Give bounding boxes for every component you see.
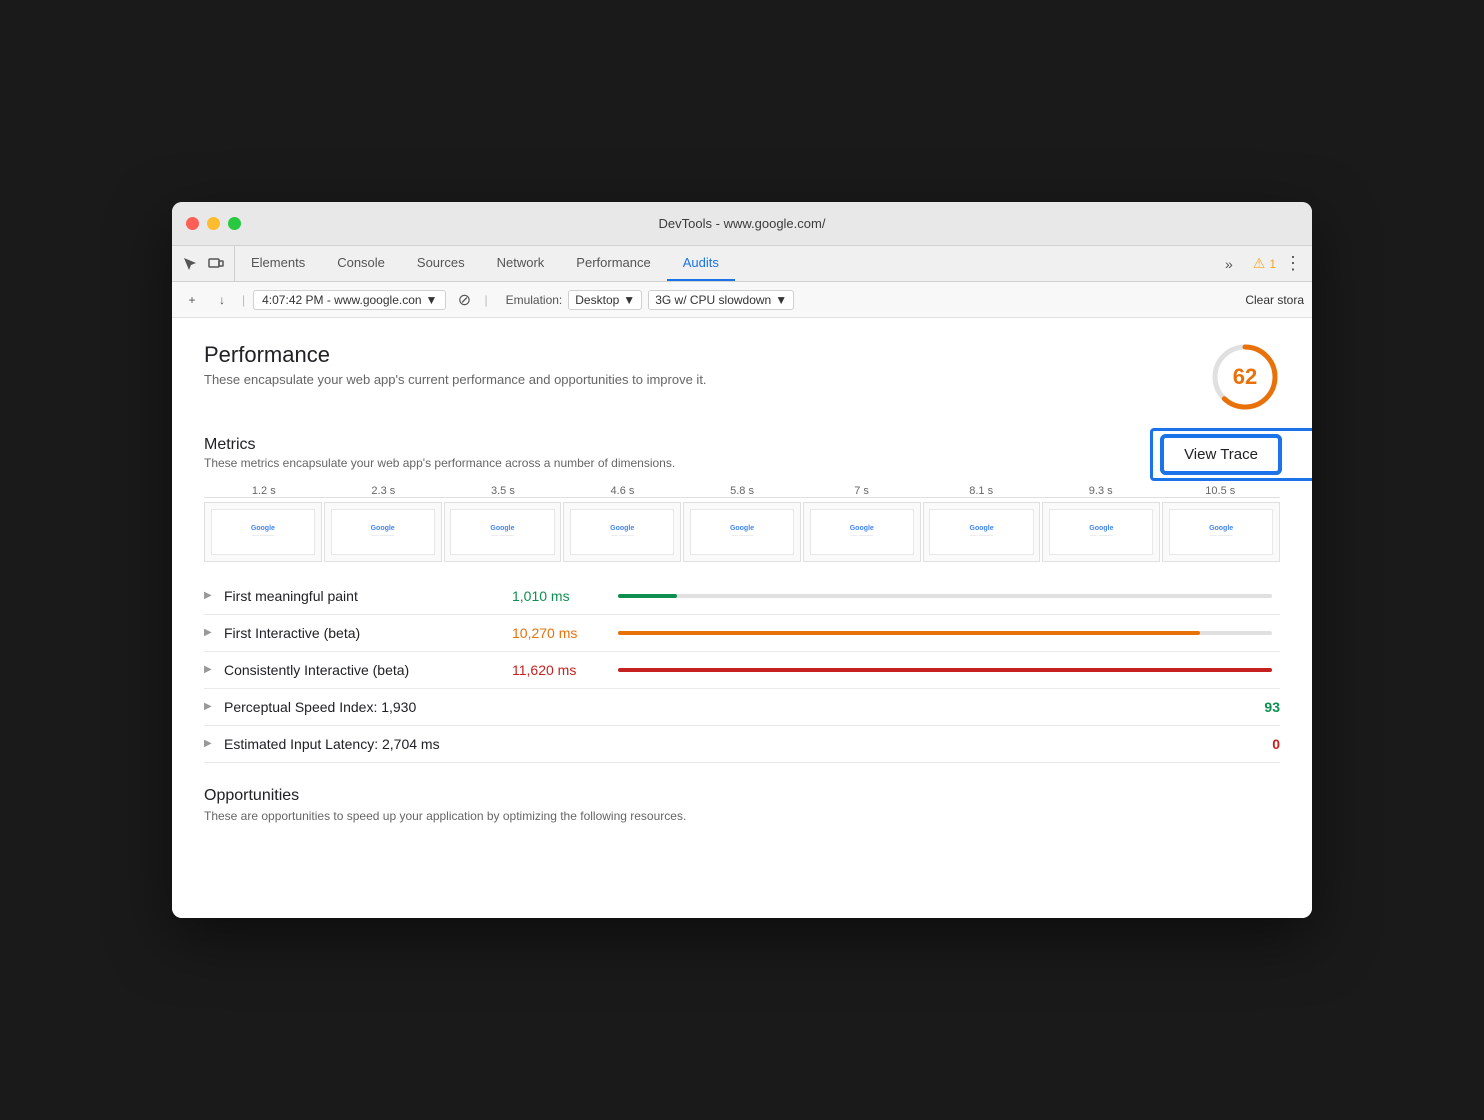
dropdown-icon: ▼: [426, 293, 438, 307]
more-options-icon[interactable]: ⋮: [1284, 253, 1302, 274]
metric-row-4: ▶ Estimated Input Latency: 2,704 ms 0: [204, 726, 1280, 763]
film-frame-1: Google ── ────: [324, 502, 442, 562]
separator-1: |: [242, 293, 245, 307]
tab-elements[interactable]: Elements: [235, 246, 321, 281]
timeline-label-2: 3.5 s: [443, 485, 563, 497]
score-circle: 62: [1210, 342, 1280, 412]
clear-storage-label: Clear stora: [1245, 293, 1304, 307]
separator-2: |: [484, 293, 487, 307]
film-frame-0: Google ── ────: [204, 502, 322, 562]
device-toggle-icon[interactable]: [206, 254, 226, 274]
timeline-labels: 1.2 s 2.3 s 3.5 s 4.6 s 5.8 s 7 s 8.1 s …: [204, 485, 1280, 498]
metric-label-4: Estimated Input Latency: 2,704 ms: [224, 736, 504, 752]
metric-row-0: ▶ First meaningful paint 1,010 ms: [204, 578, 1280, 615]
desktop-select[interactable]: Desktop ▼: [568, 290, 642, 310]
film-frame-2: Google ── ────: [444, 502, 562, 562]
traffic-lights: [186, 217, 241, 230]
metric-score-3: 93: [1250, 699, 1280, 715]
devtools-tab-bar: Elements Console Sources Network Perform…: [172, 246, 1312, 282]
film-frame-7: Google ── ────: [1042, 502, 1160, 562]
metric-row-2: ▶ Consistently Interactive (beta) 11,620…: [204, 652, 1280, 689]
score-number: 62: [1233, 364, 1257, 390]
timeline-label-4: 5.8 s: [682, 485, 802, 497]
metrics-title: Metrics: [204, 436, 675, 454]
warning-count: 1: [1269, 257, 1276, 271]
metric-label-3: Perceptual Speed Index: 1,930: [224, 699, 504, 715]
cursor-icon[interactable]: [180, 254, 200, 274]
expand-icon-3[interactable]: ▶: [204, 701, 216, 713]
toolbar-right: ⚠ 1 ⋮: [1243, 246, 1312, 281]
performance-header-text: Performance These encapsulate your web a…: [204, 342, 707, 387]
tab-audits[interactable]: Audits: [667, 246, 735, 281]
tab-performance[interactable]: Performance: [560, 246, 666, 281]
warning-icon: ⚠: [1253, 255, 1266, 272]
download-button[interactable]: ↓: [210, 288, 234, 312]
chevron-down-icon-2: ▼: [775, 293, 787, 307]
minimize-button[interactable]: [207, 217, 220, 230]
view-trace-wrapper: View Trace: [1162, 436, 1280, 473]
film-frame-8: Google ── ────: [1162, 502, 1280, 562]
main-tabs: Elements Console Sources Network Perform…: [235, 246, 1215, 281]
maximize-button[interactable]: [228, 217, 241, 230]
metric-value-0: 1,010 ms: [512, 588, 602, 604]
more-tabs-button[interactable]: »: [1215, 246, 1243, 281]
film-frame-4: Google ── ────: [683, 502, 801, 562]
performance-desc: These encapsulate your web app's current…: [204, 372, 707, 387]
expand-icon-1[interactable]: ▶: [204, 627, 216, 639]
timeline-label-7: 9.3 s: [1041, 485, 1161, 497]
timeline-label-5: 7 s: [802, 485, 922, 497]
expand-icon-2[interactable]: ▶: [204, 664, 216, 676]
metric-row-1: ▶ First Interactive (beta) 10,270 ms: [204, 615, 1280, 652]
secondary-toolbar: + ↓ | 4:07:42 PM - www.google.con ▼ ⊘ | …: [172, 282, 1312, 318]
block-icon[interactable]: ⊘: [452, 288, 476, 312]
metrics-header-text: Metrics These metrics encapsulate your w…: [204, 436, 675, 470]
timeline-label-8: 10.5 s: [1161, 485, 1281, 497]
view-trace-button[interactable]: View Trace: [1162, 436, 1280, 473]
tab-console[interactable]: Console: [321, 246, 401, 281]
tab-sources[interactable]: Sources: [401, 246, 481, 281]
chevron-down-icon: ▼: [623, 293, 635, 307]
metrics-desc: These metrics encapsulate your web app's…: [204, 456, 675, 470]
film-frame-3: Google ── ────: [563, 502, 681, 562]
performance-title: Performance: [204, 342, 707, 368]
performance-header: Performance These encapsulate your web a…: [204, 342, 1280, 412]
metric-row-3: ▶ Perceptual Speed Index: 1,930 93: [204, 689, 1280, 726]
expand-icon-4[interactable]: ▶: [204, 738, 216, 750]
url-chip[interactable]: 4:07:42 PM - www.google.con ▼: [253, 290, 446, 310]
timeline-label-0: 1.2 s: [204, 485, 324, 497]
timeline-label-6: 8.1 s: [921, 485, 1041, 497]
timeline-label-3: 4.6 s: [563, 485, 683, 497]
metric-label-2: Consistently Interactive (beta): [224, 662, 504, 678]
timeline-label-1: 2.3 s: [324, 485, 444, 497]
opportunities-title: Opportunities: [204, 787, 1280, 805]
metric-value-2: 11,620 ms: [512, 662, 602, 678]
metric-bar-0: [618, 594, 1272, 598]
metrics-header: Metrics These metrics encapsulate your w…: [204, 436, 1280, 473]
metric-score-4: 0: [1250, 736, 1280, 752]
film-frame-6: Google ── ────: [923, 502, 1041, 562]
close-button[interactable]: [186, 217, 199, 230]
metrics-section: Metrics These metrics encapsulate your w…: [204, 436, 1280, 763]
warning-badge: ⚠ 1: [1253, 255, 1276, 272]
title-bar: DevTools - www.google.com/: [172, 202, 1312, 246]
tab-network[interactable]: Network: [481, 246, 561, 281]
metric-label-0: First meaningful paint: [224, 588, 504, 604]
main-content: Performance These encapsulate your web a…: [172, 318, 1312, 918]
film-frame-5: Google ── ────: [803, 502, 921, 562]
opportunities-section: Opportunities These are opportunities to…: [204, 787, 1280, 823]
metric-label-1: First Interactive (beta): [224, 625, 504, 641]
devtools-window: DevTools - www.google.com/ Elements Cons…: [172, 202, 1312, 918]
metric-bar-1: [618, 631, 1272, 635]
opportunities-desc: These are opportunities to speed up your…: [204, 809, 1280, 823]
filmstrip: Google ── ──── Google ── ────: [204, 502, 1280, 562]
window-title: DevTools - www.google.com/: [659, 216, 826, 231]
metric-bar-2: [618, 668, 1272, 672]
emulation-section: Emulation: Desktop ▼ 3G w/ CPU slowdown …: [506, 290, 795, 310]
expand-icon-0[interactable]: ▶: [204, 590, 216, 602]
throttle-select[interactable]: 3G w/ CPU slowdown ▼: [648, 290, 794, 310]
add-button[interactable]: +: [180, 288, 204, 312]
toolbar-icons: [172, 246, 235, 281]
metric-value-1: 10,270 ms: [512, 625, 602, 641]
